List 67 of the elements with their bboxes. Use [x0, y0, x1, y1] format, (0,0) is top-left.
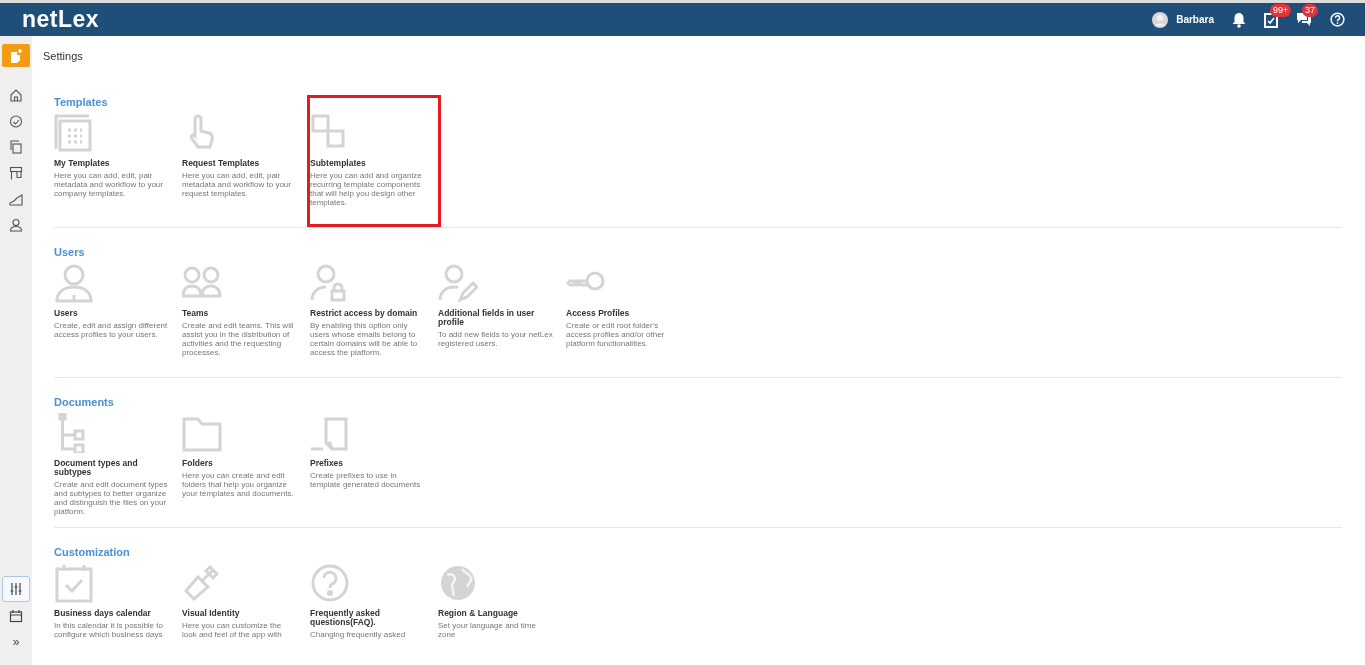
card-description: Create and edit teams. This will assist you in the distribution of activities and the requesting processes. [182, 321, 295, 357]
paintbrush-icon [182, 563, 222, 603]
settings-card[interactable]: Region & Language Set your language and time zone [438, 563, 566, 639]
card-description: In this calendar it is possible to configure which business days [54, 621, 164, 639]
card-title: Document types and subtypes [54, 459, 139, 477]
card-description: Here you can add and organize recurring template components that will help you design other templates. [310, 171, 423, 207]
question-circle-icon [310, 563, 350, 603]
settings-card[interactable]: Visual Identity Here you can customize the look and feel of the app with [182, 563, 310, 639]
avatar-icon[interactable] [1152, 11, 1169, 28]
calendar-check-icon [54, 563, 94, 603]
expand-toggle[interactable]: » [12, 635, 20, 649]
card-description: Here you can create and edit folders that help you organize your templates and documents. [182, 471, 295, 498]
card-description: Create and edit document types and subtypes to better organize and distinguish the files on your platform. [54, 480, 169, 516]
card-title: Visual Identity [182, 609, 241, 618]
card-description: Create prefixes to use in template generated documents [310, 471, 422, 489]
settings-card[interactable]: Business days calendar In this calendar it is possible to configure which business days [54, 563, 182, 639]
user-name[interactable]: Barbara [1176, 14, 1214, 25]
card-title: Subtemplates [310, 159, 367, 168]
card-title: Frequently asked questions(FAQ). [310, 609, 381, 627]
notification-badge: 99+ [1270, 3, 1292, 17]
sliders-icon[interactable] [2, 576, 30, 602]
settings-card[interactable]: Teams Create and edit teams. This will assist you in the distribution of activities and the requesting processes. [182, 263, 310, 357]
card-description: By enabling this option only users whose emails belong to certain domains will be able to access the platform. [310, 321, 419, 357]
section-title: Users [54, 246, 86, 258]
card-title: Additional fields in user profile [438, 309, 536, 327]
card-title: Access Profiles [566, 309, 631, 318]
card-description: Changing frequently asked [310, 630, 407, 639]
highlighted-card[interactable]: Subtemplates Here you can add and organize recurring template components that will help you design other templates. [310, 98, 438, 224]
settings-card[interactable]: Restrict access by domain By enabling this option only users whose emails belong to certain domains will be able to access the platform. [310, 263, 438, 357]
settings-card[interactable]: Frequently asked questions(FAQ). Changing frequently asked [310, 563, 438, 639]
card-description: Here you can customize the look and feel of the app with [182, 621, 283, 639]
settings-card[interactable]: Folders Here you can create and edit folders that help you organize your templates and documents. [182, 413, 310, 516]
template-grid-icon [54, 113, 94, 153]
card-title: Restrict access by domain [310, 309, 419, 318]
card-description: Here you can add, edit, pair metadata and workflow to your company templates. [54, 171, 164, 198]
user-pencil-icon [438, 263, 478, 303]
logo[interactable]: netLex [22, 6, 100, 33]
page-title: Settings [43, 50, 84, 62]
notification-badge: 37 [1302, 4, 1318, 17]
card-title: Users [54, 309, 79, 318]
section-title: Customization [54, 546, 131, 558]
settings-card[interactable]: Users Create, edit and assign different access profiles to your users. [54, 263, 182, 357]
document-plus-icon [9, 48, 23, 63]
section-title: Templates [54, 96, 109, 108]
help-icon[interactable] [1330, 12, 1345, 27]
user-icon [54, 263, 94, 303]
settings-card[interactable]: Prefixes Create prefixes to use in template generated documents [310, 413, 438, 516]
card-description: Here you can add, edit, pair metadata and workflow to your request templates. [182, 171, 292, 198]
bell-icon[interactable] [1232, 11, 1246, 28]
card-description: To add new fields to your netLex registered users. [438, 330, 554, 348]
card-description: Set your language and time zone [438, 621, 537, 639]
settings-card[interactable]: Document types and subtypes Create and edit document types and subtypes to better organize and distinguish the files on your platform. [54, 413, 182, 516]
settings-card[interactable]: Additional fields in user profile To add new fields to your netLex registered users. [438, 263, 566, 357]
card-description: Create, edit and assign different access profiles to your users. [54, 321, 169, 339]
section-title: Documents [54, 396, 115, 408]
card-title: Teams [182, 309, 210, 318]
task-icon[interactable] [1264, 11, 1278, 28]
card-title: Business days calendar [54, 609, 152, 618]
card-title: My Templates [54, 159, 111, 168]
card-title: Request Templates [182, 159, 261, 168]
settings-card[interactable]: Request Templates Here you can add, edit, pair metadata and workflow to your request templates. [182, 113, 310, 224]
card-title: Folders [182, 459, 214, 468]
card-description: Create or edit root folder's access profiles and/or other platform functionalities. [566, 321, 666, 348]
settings-card[interactable]: Access Profiles Create or edit root folder's access profiles and/or other platform functionalities. [566, 263, 694, 357]
card-title: Prefixes [310, 459, 345, 468]
card-title: Region & Language [438, 609, 519, 618]
settings-card[interactable]: My Templates Here you can add, edit, pair metadata and workflow to your company templates. [54, 113, 182, 224]
